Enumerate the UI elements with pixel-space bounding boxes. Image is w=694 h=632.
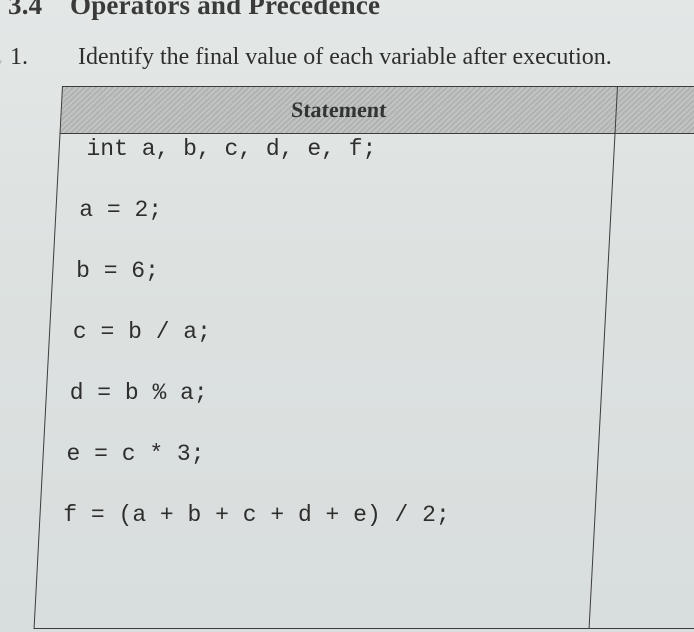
- code-line: b = 6;: [76, 258, 159, 284]
- statement-cell: int a, b, c, d, e, f; a = 2; b = 6; c = …: [34, 133, 616, 629]
- table-header-row: Statement T: [60, 86, 694, 134]
- code-line: c = b / a;: [72, 319, 211, 345]
- code-line: f = (a + b + c + d + e) / 2;: [63, 502, 450, 528]
- code-line: a = 2;: [79, 197, 163, 223]
- code-line: d = b % a;: [69, 380, 208, 406]
- table-body-row: int a, b, c, d, e, f; a = 2; b = 6; c = …: [34, 133, 694, 629]
- code-line: int a, b, c, d, e, f;: [86, 136, 377, 162]
- code-line: e = c * 3;: [66, 441, 205, 467]
- header-second-column: T: [615, 86, 694, 134]
- statement-table: Statement T int a, b, c, d, e, f; a = 2;…: [34, 86, 694, 629]
- header-statement: Statement: [60, 86, 618, 134]
- table-container: Statement T int a, b, c, d, e, f; a = 2;…: [0, 0, 694, 632]
